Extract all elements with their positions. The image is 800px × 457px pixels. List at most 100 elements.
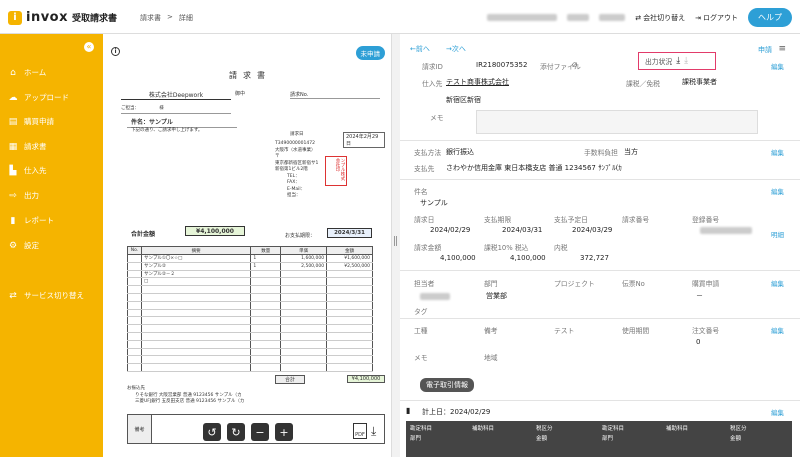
edit-link-invoice[interactable]: 編集 bbox=[771, 186, 784, 196]
apply-button[interactable]: 申請 bbox=[758, 45, 772, 55]
table-cell bbox=[127, 262, 142, 271]
table-cell bbox=[280, 270, 328, 279]
table-cell bbox=[140, 301, 252, 310]
table-cell bbox=[127, 293, 142, 302]
memo-field[interactable] bbox=[476, 110, 758, 134]
edit-link-assign[interactable]: 編集 bbox=[771, 278, 784, 288]
doc-col-header: No. bbox=[127, 246, 142, 255]
project-label: プロジェクト bbox=[554, 280, 595, 288]
sidebar-item-invoices[interactable]: ▦ 請求書 bbox=[8, 141, 47, 152]
menu-icon[interactable]: ≡ bbox=[778, 44, 786, 54]
sidebar-item-home[interactable]: ⌂ ホーム bbox=[8, 67, 46, 78]
sidebar-item-switch-service[interactable]: ⇄ サービス切り替え bbox=[8, 290, 84, 301]
home-icon: ⌂ bbox=[10, 67, 16, 78]
table-cell bbox=[280, 332, 328, 341]
doc-line bbox=[290, 98, 380, 99]
logo-subtitle: 受取請求書 bbox=[72, 14, 118, 24]
acct-header: 税区分 bbox=[730, 426, 747, 432]
download-icon[interactable]: ⤓ bbox=[676, 56, 680, 66]
sidebar-item-reports[interactable]: ▮ レポート bbox=[8, 215, 54, 226]
info-icon[interactable]: i bbox=[111, 47, 120, 56]
user-name-redacted bbox=[487, 14, 558, 21]
sidebar-item-output[interactable]: ⇨ 出力 bbox=[8, 190, 39, 201]
table-cell bbox=[280, 285, 328, 294]
table-cell bbox=[250, 270, 282, 279]
due-date-label: 支払期限 bbox=[484, 216, 512, 224]
switch-company-button[interactable]: ⇄ 会社切り替え bbox=[635, 13, 685, 23]
logout-button[interactable]: ⇥ ログアウト bbox=[695, 13, 738, 23]
doc-invoice-no-label: 請求No. bbox=[290, 92, 309, 98]
rotate-left-button[interactable]: ↺ bbox=[203, 423, 221, 441]
pay-method-value: 銀行振込 bbox=[446, 148, 474, 156]
table-cell bbox=[127, 285, 142, 294]
help-button[interactable]: ヘルプ bbox=[748, 8, 792, 27]
doc-total-amount: ¥4,100,000 bbox=[185, 226, 245, 236]
splitter-grip-icon[interactable] bbox=[394, 236, 397, 246]
sidebar-item-suppliers[interactable]: ▙ 仕入先 bbox=[8, 165, 47, 176]
acct-header: 部門 bbox=[410, 436, 422, 442]
edit-link-payment[interactable]: 編集 bbox=[771, 147, 784, 157]
subject-label: 件名 bbox=[414, 188, 428, 196]
next-button[interactable]: →次へ bbox=[446, 44, 466, 54]
doc-issuer-block: T3490000001472 大阪市（水道事業） 〒 東京都新宿区新宿サ1 新宿… bbox=[275, 141, 318, 200]
table-row bbox=[127, 340, 373, 349]
sidebar-item-label: レポート bbox=[24, 216, 54, 225]
book-icon: ▮ bbox=[406, 406, 411, 415]
taxable-label: 課税10% 税込 bbox=[484, 244, 529, 252]
acct-header: 勘定科目 bbox=[602, 426, 625, 432]
supplier-label: 仕入先 bbox=[422, 80, 443, 88]
logout-icon: ⇥ bbox=[695, 13, 701, 22]
tax-status-label: 課税／免税 bbox=[626, 80, 660, 88]
memo-label: メモ bbox=[430, 114, 444, 122]
table-cell: サンプル①〇×☆□ bbox=[140, 254, 252, 263]
breadcrumb-current: 詳細 bbox=[178, 14, 193, 22]
invoice-date-value: 2024/02/29 bbox=[430, 226, 471, 234]
edi-info-button[interactable]: 電子取引情報 bbox=[420, 378, 474, 392]
edit-link-custom[interactable]: 編集 bbox=[771, 325, 784, 335]
accounting-table: 勘定科目 補助科目 税区分 勘定科目 補助科目 税区分 部門 金額 部門 金額 bbox=[406, 421, 792, 457]
table-cell bbox=[140, 348, 252, 357]
table-cell bbox=[127, 348, 142, 357]
collapse-sidebar-icon[interactable]: « bbox=[84, 42, 94, 52]
table-row bbox=[127, 301, 373, 310]
table-row bbox=[127, 348, 373, 357]
table-cell: □ bbox=[140, 277, 252, 287]
sidebar-item-settings[interactable]: ⚙ 設定 bbox=[8, 240, 39, 251]
prev-button[interactable]: ←前へ bbox=[410, 44, 430, 54]
details-link[interactable]: 明細 bbox=[771, 229, 784, 239]
table-cell bbox=[250, 332, 282, 341]
dept-label: 部門 bbox=[484, 280, 498, 288]
table-cell bbox=[326, 348, 373, 357]
document-viewer: i 未申請 請求書 株式会社Deepwork 御中 請求No. ご担当： 様 件… bbox=[103, 34, 392, 457]
paperclip-icon[interactable]: ⌀ bbox=[572, 60, 577, 70]
divider bbox=[400, 179, 800, 180]
sidebar-item-upload[interactable]: ☁ アップロード bbox=[8, 92, 70, 103]
supplier-link[interactable]: テスト商事株式会社 bbox=[446, 77, 509, 87]
table-cell bbox=[280, 301, 328, 310]
table-cell bbox=[326, 332, 373, 341]
edit-link-accounting[interactable]: 編集 bbox=[771, 407, 784, 417]
breadcrumb-root[interactable]: 請求書 bbox=[140, 13, 161, 23]
rotate-right-button[interactable]: ↻ bbox=[227, 423, 245, 441]
acct-header: 補助科目 bbox=[472, 426, 495, 432]
table-cell bbox=[127, 254, 142, 263]
edit-link-header[interactable]: 編集 bbox=[771, 61, 784, 71]
table-cell bbox=[280, 293, 328, 302]
download-icon[interactable]: ⤓ bbox=[371, 424, 376, 439]
fee-label: 手数料負担 bbox=[584, 149, 618, 157]
clipboard-icon: ▤ bbox=[8, 116, 18, 127]
table-cell: サンプル②－２ bbox=[140, 270, 252, 279]
zoom-in-button[interactable]: + bbox=[275, 423, 293, 441]
request-id-value: IR2180075352 bbox=[476, 61, 528, 69]
table-cell bbox=[140, 340, 252, 349]
table-cell: 1 bbox=[250, 254, 282, 263]
sidebar-item-purchase-request[interactable]: ▤ 購買申請 bbox=[8, 116, 54, 127]
zoom-out-button[interactable]: − bbox=[251, 423, 269, 441]
table-cell bbox=[326, 340, 373, 349]
pdf-icon[interactable]: PDF bbox=[353, 423, 367, 439]
table-cell bbox=[140, 293, 252, 302]
table-cell bbox=[250, 293, 282, 302]
person-label: 担当者 bbox=[414, 280, 435, 288]
app-logo[interactable]: i invox 受取請求書 bbox=[8, 10, 117, 25]
table-cell bbox=[127, 324, 142, 333]
